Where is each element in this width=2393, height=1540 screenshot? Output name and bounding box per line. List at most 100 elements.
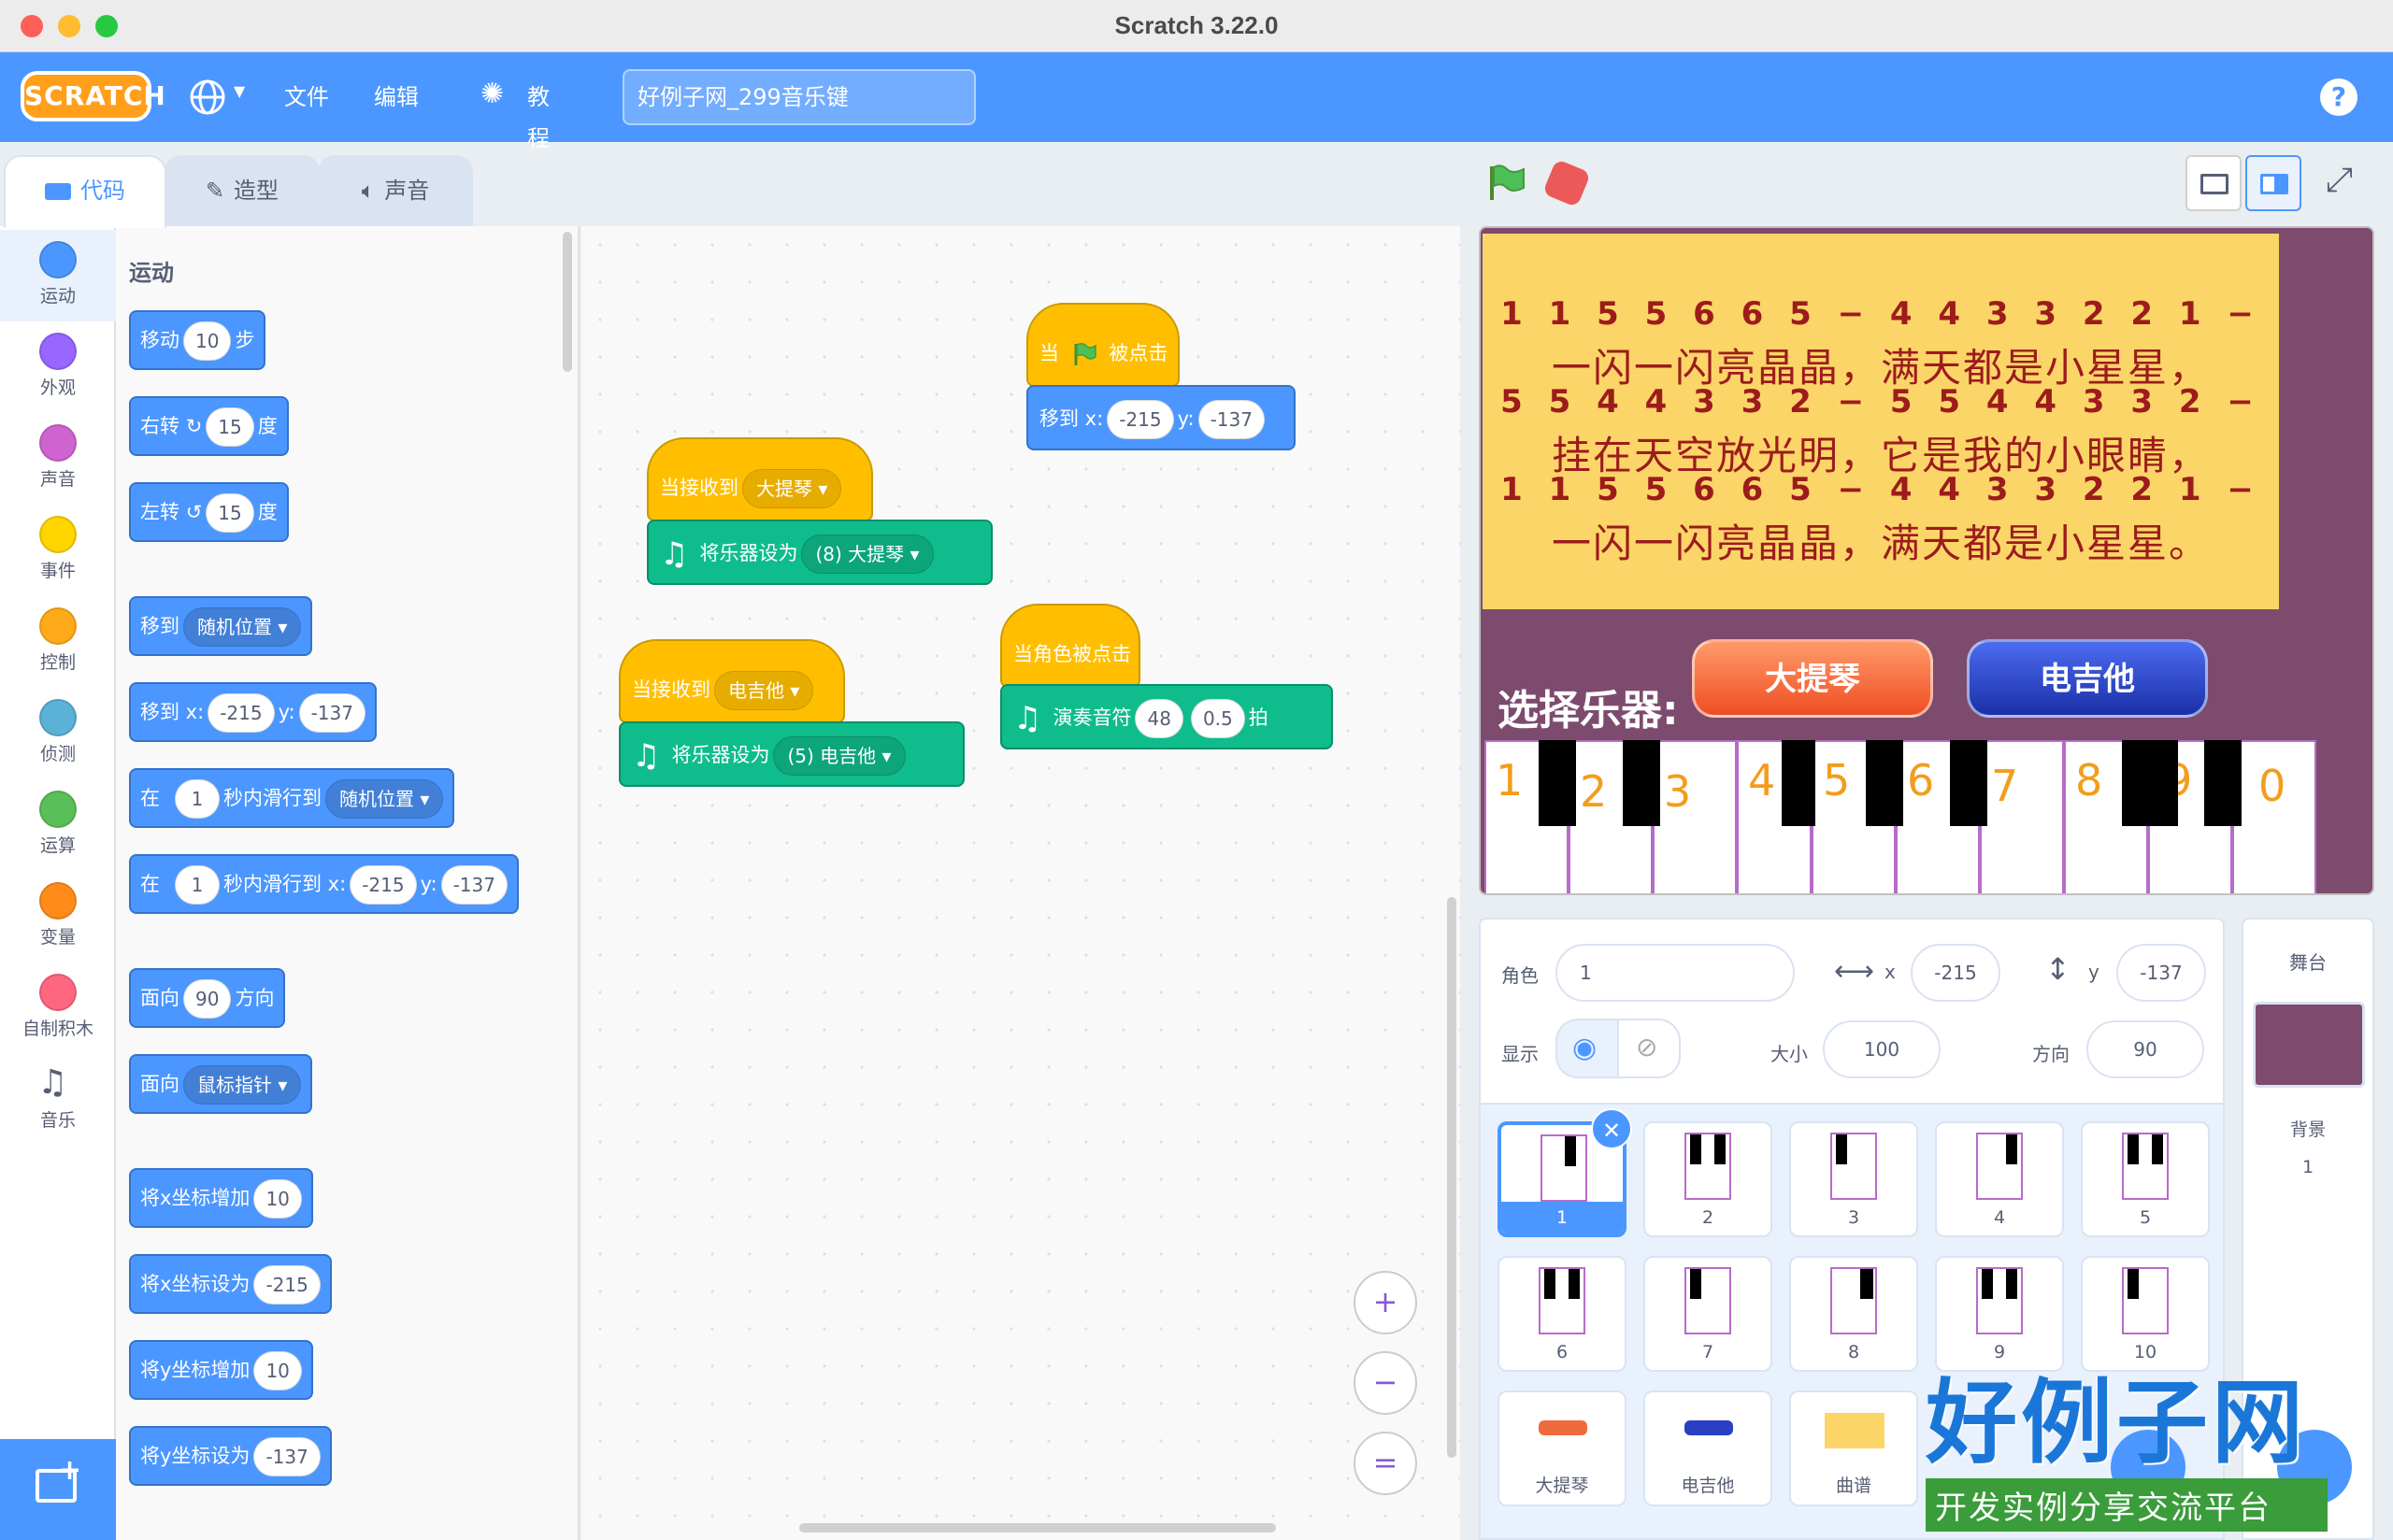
x-input[interactable]: -215 [1107, 400, 1174, 439]
sprite-tile-9[interactable]: 9 [1935, 1256, 2064, 1372]
note-input[interactable]: 48 [1135, 699, 1183, 738]
change-x-block[interactable]: 将x坐标增加 10 [129, 1168, 313, 1228]
change-y-input[interactable]: 10 [253, 1351, 302, 1390]
normal-stage-button[interactable] [2245, 155, 2301, 211]
delete-sprite-button[interactable]: ✕ [1591, 1108, 1632, 1149]
message-dropdown[interactable]: 电吉他 ▾ [714, 671, 814, 710]
category-looks[interactable]: 外观 [0, 321, 116, 413]
black-key[interactable] [1623, 740, 1660, 826]
when-receive-hat[interactable]: 当接收到 大提琴 ▾ [647, 437, 873, 521]
small-stage-button[interactable] [2185, 155, 2242, 211]
set-x-input[interactable]: -215 [253, 1265, 321, 1305]
black-key[interactable] [2122, 740, 2178, 826]
electric-guitar-button[interactable]: 电吉他 [1967, 639, 2208, 718]
set-instrument-block[interactable]: ♫ 将乐器设为 (5) 电吉他 ▾ [619, 721, 965, 787]
steps-input[interactable]: 10 [183, 321, 232, 361]
beats-input[interactable]: 0.5 [1190, 699, 1245, 738]
tab-sounds[interactable]: 🔈︎ 声音 [318, 155, 473, 228]
seconds-input[interactable]: 1 [175, 779, 220, 819]
sprite-tile-3[interactable]: 3 [1789, 1121, 1918, 1237]
seconds-input[interactable]: 1 [175, 865, 220, 905]
instrument-dropdown[interactable]: (8) 大提琴 ▾ [801, 535, 934, 574]
set-x-block[interactable]: 将x坐标设为 -215 [129, 1254, 332, 1314]
category-sound[interactable]: 声音 [0, 413, 116, 505]
sprite-tile-2[interactable]: 2 [1643, 1121, 1772, 1237]
sprite-name-input[interactable]: 1 [1555, 944, 1795, 1002]
y-position-input[interactable]: -137 [2116, 944, 2206, 1002]
fullscreen-button[interactable]: ⤢ [2316, 155, 2372, 211]
black-key[interactable] [1950, 740, 1987, 826]
degrees-input[interactable]: 15 [206, 493, 254, 533]
sprite-tile-7[interactable]: 7 [1643, 1256, 1772, 1372]
point-towards-dropdown[interactable]: 鼠标指针 ▾ [183, 1065, 302, 1105]
y-input[interactable]: -137 [440, 865, 508, 905]
piano-key-3[interactable]: 3 [1653, 740, 1737, 893]
scratch-logo[interactable]: SCRATCH [21, 71, 165, 121]
zoom-reset-button[interactable]: = [1354, 1432, 1417, 1495]
sprite-tile-6[interactable]: 6 [1497, 1256, 1626, 1372]
goto-block[interactable]: 移到 随机位置 ▾ [129, 596, 313, 656]
piano-key-7[interactable]: 7 [1980, 740, 2064, 893]
play-note-block[interactable]: ♫ 演奏音符 48 0.5 拍 [1000, 684, 1333, 749]
category-control[interactable]: 控制 [0, 596, 116, 688]
move-steps-block[interactable]: 移动 10 步 [129, 310, 266, 370]
y-input[interactable]: -137 [298, 693, 365, 733]
goto-xy-block[interactable]: 移到 x: -215 y: -137 [129, 682, 377, 742]
zoom-out-button[interactable]: − [1354, 1351, 1417, 1415]
zoom-in-button[interactable]: + [1354, 1271, 1417, 1334]
change-y-block[interactable]: 将y坐标增加 10 [129, 1340, 313, 1400]
sprite-tile-4[interactable]: 4 [1935, 1121, 2064, 1237]
instrument-dropdown[interactable]: (5) 电吉他 ▾ [773, 736, 906, 776]
direction-input[interactable]: 90 [183, 979, 232, 1019]
black-key[interactable] [1539, 740, 1576, 826]
when-sprite-clicked-hat[interactable]: 当角色被点击 [1000, 604, 1140, 688]
project-title-input[interactable]: 好例子网_299音乐键 [623, 69, 976, 125]
piano-key-0[interactable]: 0 [2232, 740, 2316, 893]
edit-menu[interactable]: 编辑 [374, 77, 419, 118]
workspace-horizontal-scrollbar[interactable] [799, 1523, 1276, 1533]
category-variables[interactable]: 变量 [0, 871, 116, 962]
hide-sprite-button[interactable]: ⊘ [1617, 1019, 1681, 1078]
black-key[interactable] [1866, 740, 1903, 826]
turn-left-block[interactable]: 左转 ↺ 15 度 [129, 482, 289, 542]
palette-scrollbar[interactable] [563, 232, 572, 372]
help-icon[interactable]: ? [2320, 78, 2357, 116]
sprite-tile-8[interactable]: 8 [1789, 1256, 1918, 1372]
goto-target-dropdown[interactable]: 随机位置 ▾ [183, 607, 302, 647]
when-receive-hat[interactable]: 当接收到 电吉他 ▾ [619, 639, 845, 723]
sprite-tile-5[interactable]: 5 [2081, 1121, 2210, 1237]
direction-input[interactable]: 90 [2086, 1020, 2204, 1078]
workspace-vertical-scrollbar[interactable] [1447, 897, 1456, 1458]
tab-costumes[interactable]: ✎ 造型 [165, 155, 320, 228]
x-input[interactable]: -215 [208, 693, 275, 733]
sprite-tile-cello[interactable]: 大提琴 [1497, 1390, 1626, 1506]
degrees-input[interactable]: 15 [206, 407, 254, 447]
point-towards-block[interactable]: 面向 鼠标指针 ▾ [129, 1054, 313, 1114]
tab-code[interactable]: 代码 [4, 155, 166, 228]
goto-xy-block[interactable]: 移到 x: -215 y: -137 [1026, 385, 1296, 450]
category-my-blocks[interactable]: 自制积木 [0, 962, 116, 1054]
sprite-tile-guitar[interactable]: 电吉他 [1643, 1390, 1772, 1506]
category-sensing[interactable]: 侦测 [0, 688, 116, 779]
category-operators[interactable]: 运算 [0, 779, 116, 871]
set-instrument-block[interactable]: ♫ 将乐器设为 (8) 大提琴 ▾ [647, 520, 993, 585]
green-flag-button[interactable] [1486, 164, 1527, 202]
glide-target-dropdown[interactable]: 随机位置 ▾ [325, 779, 444, 819]
show-sprite-button[interactable]: ◉ [1555, 1019, 1619, 1078]
glide-to-block[interactable]: 在 1 秒内滑行到 随机位置 ▾ [129, 768, 455, 828]
when-flag-clicked-hat[interactable]: 当 被点击 [1026, 303, 1180, 387]
stage-canvas[interactable]: 1 1 5 5 6 6 5 − 4 4 3 3 2 2 1 − 一闪一闪亮晶晶，… [1479, 226, 2374, 895]
sprite-tile-score[interactable]: 曲谱 [1789, 1390, 1918, 1506]
cello-button[interactable]: 大提琴 [1692, 639, 1933, 718]
category-music[interactable]: ♫ 音乐 [0, 1054, 116, 1146]
x-input[interactable]: -215 [350, 865, 417, 905]
point-in-direction-block[interactable]: 面向 90 方向 [129, 968, 286, 1028]
black-key[interactable] [2204, 740, 2242, 826]
size-input[interactable]: 100 [1823, 1020, 1941, 1078]
set-y-input[interactable]: -137 [253, 1437, 321, 1476]
set-y-block[interactable]: 将y坐标设为 -137 [129, 1426, 332, 1486]
y-input[interactable]: -137 [1197, 400, 1265, 439]
category-motion[interactable]: 运动 [0, 230, 116, 321]
code-workspace[interactable]: 当 被点击 移到 x: -215 y: -137 当接收到 大提琴 ▾ ♫ 将乐器设为 (8… [581, 226, 1460, 1540]
add-extension-button[interactable]: + [0, 1439, 116, 1540]
